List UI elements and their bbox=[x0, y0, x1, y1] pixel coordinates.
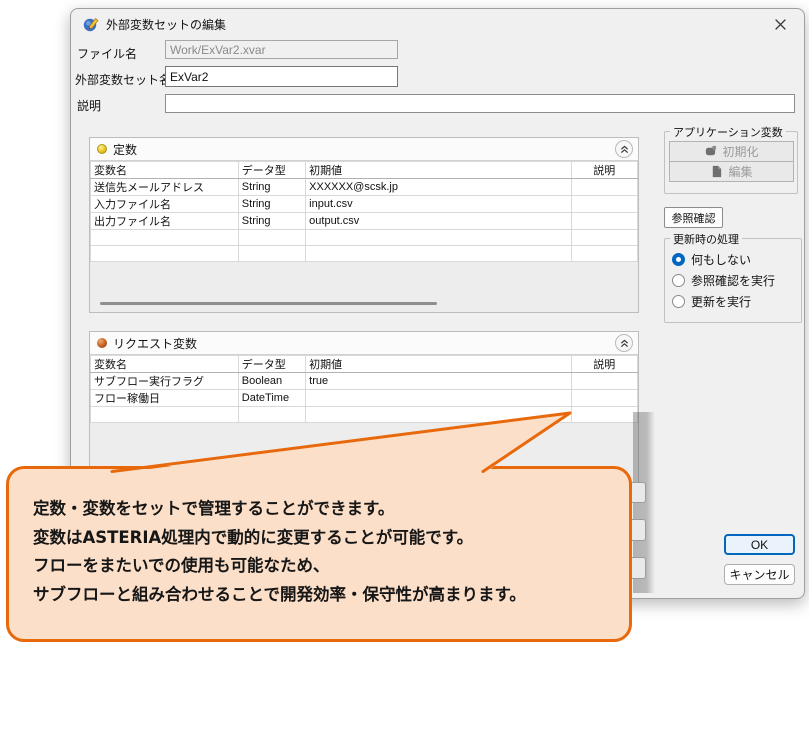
callout-tail bbox=[100, 408, 580, 476]
ok-button-label: OK bbox=[751, 538, 768, 552]
application-variables-group: アプリケーション変数 初期化 編集 bbox=[664, 131, 798, 194]
cell-initial-value[interactable]: input.csv bbox=[306, 196, 571, 213]
cell-variable-name[interactable]: 入力ファイル名 bbox=[91, 196, 239, 213]
callout-line: 定数・変数をセットで管理することができます。 bbox=[33, 495, 613, 524]
horizontal-scrollbar[interactable] bbox=[100, 302, 437, 305]
cell-variable-name[interactable]: 出力ファイル名 bbox=[91, 213, 239, 230]
cell-initial-value[interactable]: true bbox=[306, 373, 571, 390]
variable-set-name-label: 外部変数セット名 bbox=[75, 71, 171, 88]
radio-selected-icon[interactable] bbox=[672, 253, 685, 266]
initialize-button[interactable]: 初期化 bbox=[669, 141, 794, 162]
constants-panel-header: 定数 bbox=[90, 138, 638, 161]
cell-data-type[interactable]: String bbox=[238, 213, 305, 230]
cell-variable-name[interactable]: フロー稼働日 bbox=[91, 390, 239, 407]
radio-label: 更新を実行 bbox=[691, 293, 751, 310]
dialog-titlebar: 外部変数セットの編集 bbox=[71, 9, 804, 39]
table-row: 出力ファイル名 String output.csv bbox=[91, 213, 638, 230]
cell-description[interactable] bbox=[571, 196, 637, 213]
constants-title: 定数 bbox=[113, 141, 137, 158]
reference-check-button-label: 参照確認 bbox=[672, 210, 716, 226]
request-variables-icon bbox=[97, 338, 107, 348]
table-row-empty bbox=[91, 230, 638, 246]
cell-initial-value[interactable]: XXXXXX@scsk.jp bbox=[306, 179, 571, 196]
cell-description[interactable] bbox=[571, 179, 637, 196]
radio-label: 何もしない bbox=[691, 251, 751, 268]
table-row: フロー稼働日 DateTime bbox=[91, 390, 638, 407]
constants-header-row: 変数名 データ型 初期値 説明 bbox=[91, 162, 638, 179]
constants-panel: 定数 変数名 データ型 初期値 説明 送信先メールアドレス String XXX… bbox=[89, 137, 639, 313]
application-variables-label: アプリケーション変数 bbox=[670, 124, 786, 140]
cancel-button-label: キャンセル bbox=[729, 566, 789, 583]
cell-description[interactable] bbox=[571, 373, 637, 390]
column-header: 変数名 bbox=[91, 356, 239, 373]
constants-icon bbox=[97, 144, 107, 154]
column-header: 説明 bbox=[571, 162, 637, 179]
cell-initial-value[interactable]: output.csv bbox=[306, 213, 571, 230]
radio-do-nothing[interactable]: 何もしない bbox=[672, 251, 751, 268]
initialize-button-label: 初期化 bbox=[722, 143, 758, 160]
table-row: 入力ファイル名 String input.csv bbox=[91, 196, 638, 213]
column-header: 初期値 bbox=[306, 162, 571, 179]
table-row: サブフロー実行フラグ Boolean true bbox=[91, 373, 638, 390]
callout-line: フローをまたいでの使用も可能なため、 bbox=[33, 552, 613, 581]
reference-check-button[interactable]: 参照確認 bbox=[664, 207, 723, 228]
radio-run-reference-check[interactable]: 参照確認を実行 bbox=[672, 272, 775, 289]
column-header: 初期値 bbox=[306, 356, 571, 373]
radio-label: 参照確認を実行 bbox=[691, 272, 775, 289]
description-label: 説明 bbox=[77, 97, 101, 114]
cell-description[interactable] bbox=[571, 213, 637, 230]
variable-set-name-field[interactable] bbox=[165, 66, 398, 87]
cell-data-type[interactable]: String bbox=[238, 196, 305, 213]
collapse-constants-icon[interactable] bbox=[615, 140, 633, 158]
column-header: 説明 bbox=[571, 356, 637, 373]
column-header: データ型 bbox=[238, 356, 305, 373]
close-icon[interactable] bbox=[764, 12, 796, 37]
cell-variable-name[interactable]: サブフロー実行フラグ bbox=[91, 373, 239, 390]
radio-unselected-icon[interactable] bbox=[672, 295, 685, 308]
initialize-icon bbox=[704, 145, 717, 158]
edit-button-label: 編集 bbox=[728, 163, 752, 180]
file-name-label: ファイル名 bbox=[77, 45, 137, 62]
description-field[interactable] bbox=[165, 94, 795, 113]
cancel-button[interactable]: キャンセル bbox=[724, 564, 795, 585]
cell-description[interactable] bbox=[571, 390, 637, 407]
radio-unselected-icon[interactable] bbox=[672, 274, 685, 287]
callout-bubble: 定数・変数をセットで管理することができます。 変数はASTERIA処理内で動的に… bbox=[6, 466, 632, 642]
file-name-field bbox=[165, 40, 398, 59]
update-handling-label: 更新時の処理 bbox=[670, 231, 742, 247]
request-variables-title: リクエスト変数 bbox=[113, 335, 197, 352]
ok-button[interactable]: OK bbox=[724, 534, 795, 555]
constants-table: 変数名 データ型 初期値 説明 送信先メールアドレス String XXXXXX… bbox=[90, 161, 638, 262]
update-handling-group: 更新時の処理 何もしない 参照確認を実行 更新を実行 bbox=[664, 238, 802, 323]
collapse-request-variables-icon[interactable] bbox=[615, 334, 633, 352]
table-row-empty bbox=[91, 246, 638, 262]
edit-icon bbox=[710, 165, 723, 178]
cell-data-type[interactable]: Boolean bbox=[238, 373, 305, 390]
request-variables-panel-header: リクエスト変数 bbox=[90, 332, 638, 355]
column-header: 変数名 bbox=[91, 162, 239, 179]
cell-data-type[interactable]: DateTime bbox=[238, 390, 305, 407]
request-header-row: 変数名 データ型 初期値 説明 bbox=[91, 356, 638, 373]
cell-variable-name[interactable]: 送信先メールアドレス bbox=[91, 179, 239, 196]
variable-set-edit-icon bbox=[83, 16, 99, 32]
cell-data-type[interactable]: String bbox=[238, 179, 305, 196]
dialog-title: 外部変数セットの編集 bbox=[106, 16, 226, 33]
radio-run-update[interactable]: 更新を実行 bbox=[672, 293, 751, 310]
cell-initial-value[interactable] bbox=[306, 390, 571, 407]
callout-line: 変数はASTERIA処理内で動的に変更することが可能です。 bbox=[33, 524, 613, 553]
callout-line: サブフローと組み合わせることで開発効率・保守性が高まります。 bbox=[33, 581, 613, 610]
edit-button[interactable]: 編集 bbox=[669, 161, 794, 182]
table-row: 送信先メールアドレス String XXXXXX@scsk.jp bbox=[91, 179, 638, 196]
column-header: データ型 bbox=[238, 162, 305, 179]
